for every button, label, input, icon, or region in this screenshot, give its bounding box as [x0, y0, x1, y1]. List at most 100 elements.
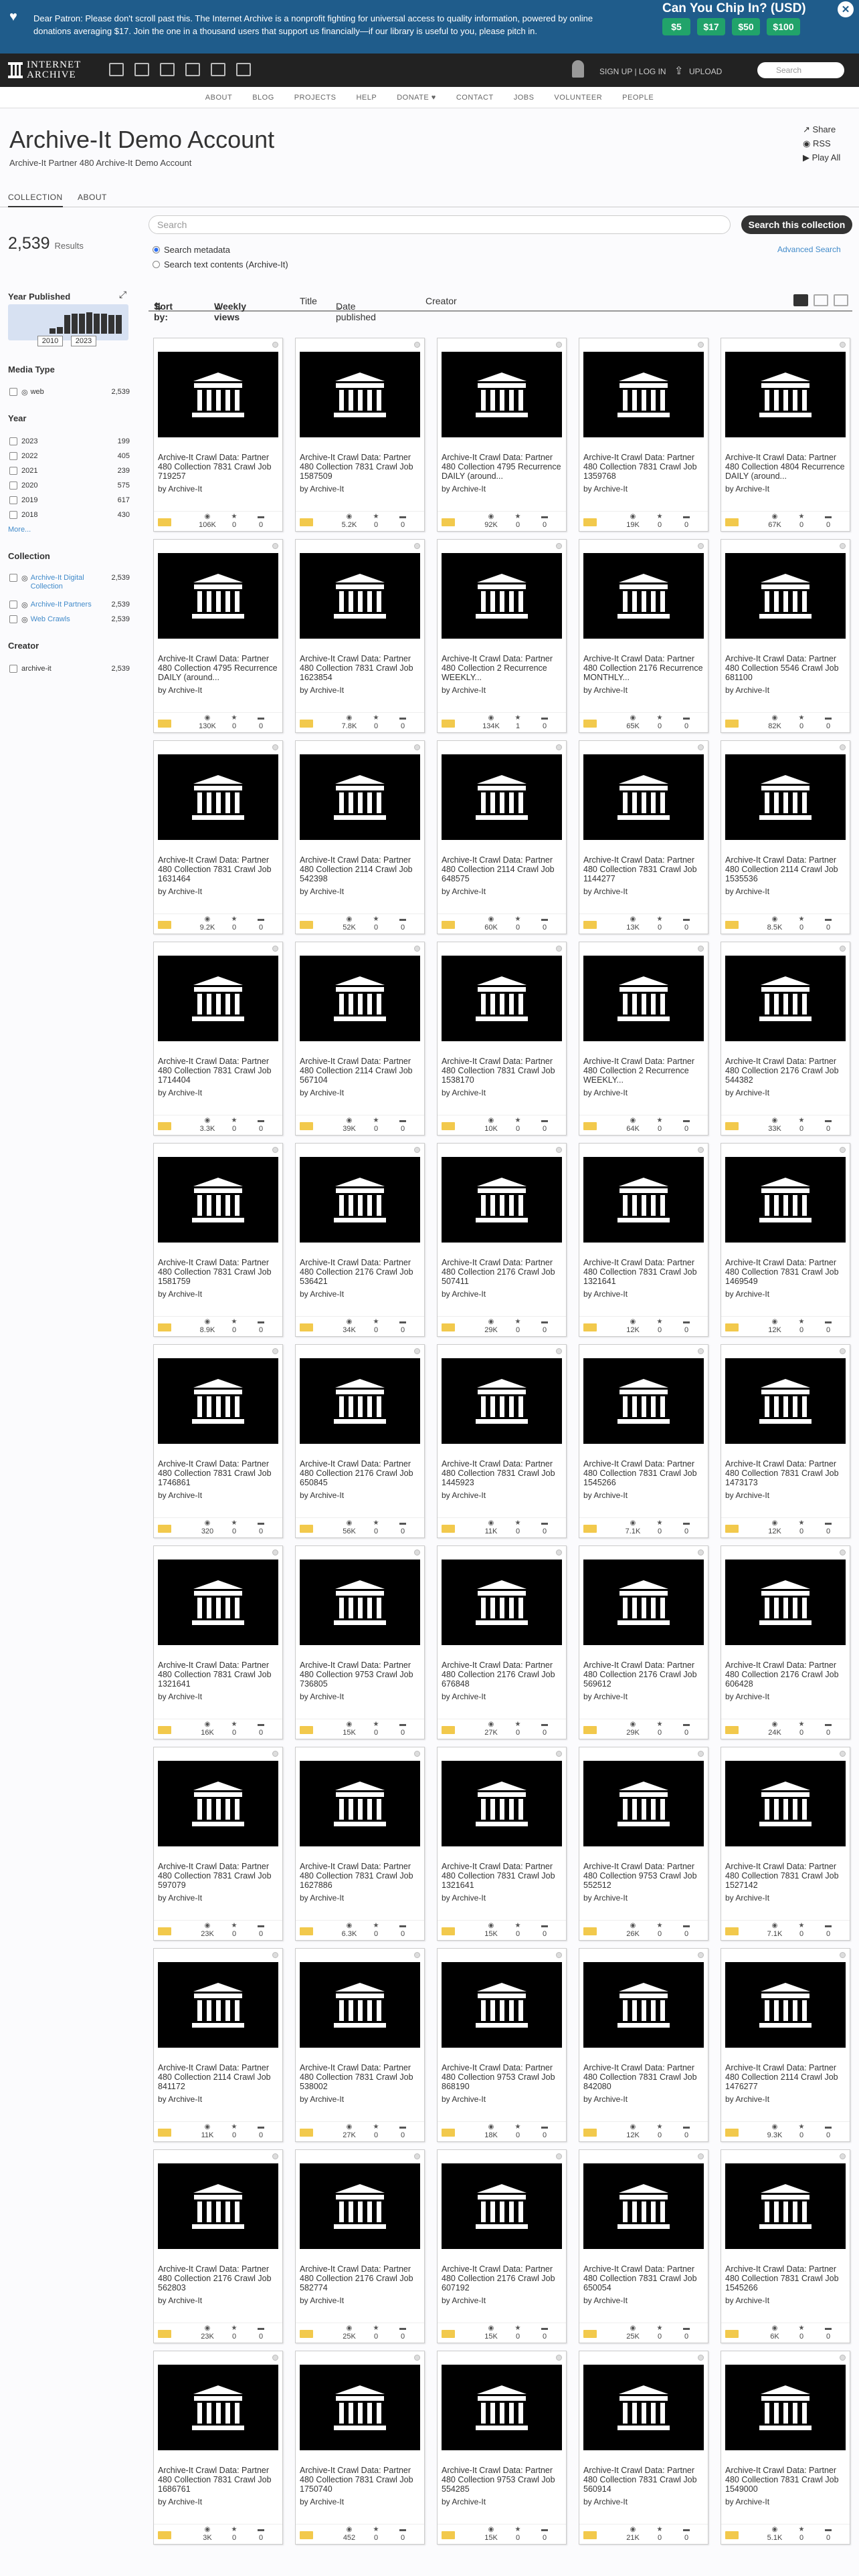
checkbox[interactable] — [9, 452, 17, 460]
result-tile[interactable]: Archive-It Crawl Data: Partner 480 Colle… — [721, 2149, 850, 2343]
facet-item[interactable]: 2022 405 — [9, 451, 130, 461]
upload-link[interactable]: UPLOAD — [689, 67, 722, 76]
item-thumbnail[interactable] — [583, 2163, 704, 2249]
pin-icon[interactable] — [556, 2355, 562, 2361]
pin-icon[interactable] — [272, 1952, 278, 1958]
checkbox[interactable] — [9, 481, 17, 490]
item-title[interactable]: Archive-It Crawl Data: Partner 480 Colle… — [158, 1459, 278, 1489]
item-thumbnail[interactable] — [725, 956, 846, 1041]
result-tile[interactable]: Archive-It Crawl Data: Partner 480 Colle… — [153, 2351, 283, 2545]
result-tile[interactable]: Archive-It Crawl Data: Partner 480 Colle… — [295, 942, 425, 1136]
item-thumbnail[interactable] — [725, 1560, 846, 1645]
result-tile[interactable]: Archive-It Crawl Data: Partner 480 Colle… — [437, 942, 567, 1136]
search-text-radio[interactable]: Search text contents (Archive-It) — [153, 259, 288, 270]
result-tile[interactable]: Archive-It Crawl Data: Partner 480 Colle… — [579, 1545, 708, 1739]
expand-icon[interactable]: ⤢ — [119, 289, 126, 300]
checkbox[interactable] — [9, 388, 17, 396]
nav-volunteer[interactable]: VOLUNTEER — [554, 94, 602, 102]
pin-icon[interactable] — [840, 946, 846, 952]
item-thumbnail[interactable] — [725, 553, 846, 639]
item-title[interactable]: Archive-It Crawl Data: Partner 480 Colle… — [583, 2264, 704, 2294]
facet-item[interactable]: ◎ Archive-It Digital Collection 2,539 — [9, 574, 130, 594]
item-thumbnail[interactable] — [442, 553, 562, 639]
pin-icon[interactable] — [698, 2153, 704, 2159]
result-tile[interactable]: Archive-It Crawl Data: Partner 480 Colle… — [153, 942, 283, 1136]
item-title[interactable]: Archive-It Crawl Data: Partner 480 Colle… — [725, 2466, 846, 2495]
item-thumbnail[interactable] — [300, 956, 420, 1041]
item-title[interactable]: Archive-It Crawl Data: Partner 480 Colle… — [725, 855, 846, 885]
pin-icon[interactable] — [698, 342, 704, 348]
pin-icon[interactable] — [840, 342, 846, 348]
result-tile[interactable]: Archive-It Crawl Data: Partner 480 Colle… — [579, 740, 708, 934]
item-title[interactable]: Archive-It Crawl Data: Partner 480 Colle… — [300, 1057, 420, 1086]
checkbox[interactable] — [9, 511, 17, 519]
result-tile[interactable]: Archive-It Crawl Data: Partner 480 Colle… — [437, 2351, 567, 2545]
item-thumbnail[interactable] — [583, 1157, 704, 1243]
item-thumbnail[interactable] — [583, 553, 704, 639]
item-thumbnail[interactable] — [158, 956, 278, 1041]
pin-icon[interactable] — [414, 1751, 420, 1757]
signin-link[interactable]: SIGN UP | LOG IN — [599, 67, 666, 76]
texts-icon[interactable] — [134, 63, 149, 76]
item-title[interactable]: Archive-It Crawl Data: Partner 480 Colle… — [583, 1258, 704, 1287]
pin-icon[interactable] — [698, 2355, 704, 2361]
pin-icon[interactable] — [556, 744, 562, 750]
result-tile[interactable]: Archive-It Crawl Data: Partner 480 Colle… — [437, 539, 567, 733]
pin-icon[interactable] — [414, 2153, 420, 2159]
result-tile[interactable]: Archive-It Crawl Data: Partner 480 Colle… — [295, 2351, 425, 2545]
pin-icon[interactable] — [840, 744, 846, 750]
result-tile[interactable]: Archive-It Crawl Data: Partner 480 Colle… — [295, 539, 425, 733]
result-tile[interactable]: Archive-It Crawl Data: Partner 480 Colle… — [295, 1545, 425, 1739]
pin-icon[interactable] — [556, 1952, 562, 1958]
donate-100-button[interactable]: $100 — [767, 18, 800, 35]
nav-contact[interactable]: CONTACT — [456, 94, 494, 102]
item-title[interactable]: Archive-It Crawl Data: Partner 480 Colle… — [442, 1057, 562, 1086]
item-thumbnail[interactable] — [300, 352, 420, 437]
item-title[interactable]: Archive-It Crawl Data: Partner 480 Colle… — [300, 1660, 420, 1690]
pin-icon[interactable] — [272, 946, 278, 952]
item-thumbnail[interactable] — [583, 1358, 704, 1444]
item-title[interactable]: Archive-It Crawl Data: Partner 480 Colle… — [158, 855, 278, 885]
pin-icon[interactable] — [272, 2355, 278, 2361]
pin-icon[interactable] — [840, 1751, 846, 1757]
pin-icon[interactable] — [272, 2153, 278, 2159]
pin-icon[interactable] — [414, 1952, 420, 1958]
result-tile[interactable]: Archive-It Crawl Data: Partner 480 Colle… — [437, 2149, 567, 2343]
item-title[interactable]: Archive-It Crawl Data: Partner 480 Colle… — [725, 1057, 846, 1086]
item-title[interactable]: Archive-It Crawl Data: Partner 480 Colle… — [725, 654, 846, 683]
checkbox[interactable] — [9, 496, 17, 504]
item-thumbnail[interactable] — [583, 1962, 704, 2048]
donate-17-button[interactable]: $17 — [697, 18, 725, 35]
item-title[interactable]: Archive-It Crawl Data: Partner 480 Colle… — [300, 1258, 420, 1287]
item-title[interactable]: Archive-It Crawl Data: Partner 480 Colle… — [442, 1862, 562, 1891]
item-title[interactable]: Archive-It Crawl Data: Partner 480 Colle… — [725, 1862, 846, 1891]
result-tile[interactable]: Archive-It Crawl Data: Partner 480 Colle… — [721, 1948, 850, 2142]
pin-icon[interactable] — [840, 2153, 846, 2159]
result-tile[interactable]: Archive-It Crawl Data: Partner 480 Colle… — [721, 942, 850, 1136]
nav-blog[interactable]: BLOG — [252, 94, 274, 102]
collection-search-input[interactable]: Search — [149, 215, 731, 234]
item-thumbnail[interactable] — [300, 754, 420, 840]
pin-icon[interactable] — [414, 1549, 420, 1555]
result-tile[interactable]: Archive-It Crawl Data: Partner 480 Colle… — [721, 740, 850, 934]
result-tile[interactable]: Archive-It Crawl Data: Partner 480 Colle… — [153, 539, 283, 733]
result-tile[interactable]: Archive-It Crawl Data: Partner 480 Colle… — [579, 942, 708, 1136]
pin-icon[interactable] — [272, 1549, 278, 1555]
search-collection-button[interactable]: Search this collection — [741, 215, 852, 234]
result-tile[interactable]: Archive-It Crawl Data: Partner 480 Colle… — [579, 2149, 708, 2343]
result-tile[interactable]: Archive-It Crawl Data: Partner 480 Colle… — [153, 338, 283, 532]
item-title[interactable]: Archive-It Crawl Data: Partner 480 Colle… — [158, 1258, 278, 1287]
item-thumbnail[interactable] — [583, 754, 704, 840]
software-icon[interactable] — [211, 63, 225, 76]
result-tile[interactable]: Archive-It Crawl Data: Partner 480 Colle… — [579, 1344, 708, 1538]
result-tile[interactable]: Archive-It Crawl Data: Partner 480 Colle… — [579, 338, 708, 532]
share-button[interactable]: ↗ Share — [803, 122, 840, 136]
item-title[interactable]: Archive-It Crawl Data: Partner 480 Colle… — [442, 1258, 562, 1287]
item-thumbnail[interactable] — [725, 2163, 846, 2249]
facet-more-link[interactable]: More... — [8, 526, 31, 534]
checkbox[interactable] — [9, 467, 17, 475]
item-thumbnail[interactable] — [300, 1358, 420, 1444]
result-tile[interactable]: Archive-It Crawl Data: Partner 480 Colle… — [153, 1747, 283, 1941]
item-title[interactable]: Archive-It Crawl Data: Partner 480 Colle… — [158, 1057, 278, 1086]
item-title[interactable]: Archive-It Crawl Data: Partner 480 Colle… — [725, 1660, 846, 1690]
